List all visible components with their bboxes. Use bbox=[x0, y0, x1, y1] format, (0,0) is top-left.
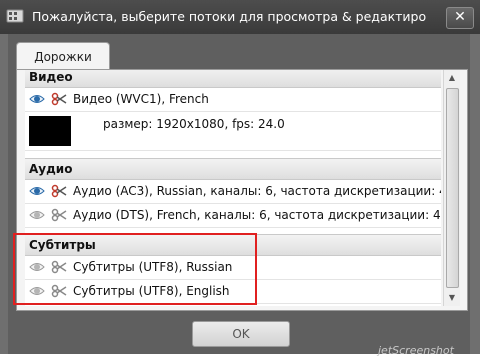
close-button[interactable]: ✕ bbox=[446, 7, 474, 29]
ok-button[interactable]: OK bbox=[192, 321, 290, 347]
app-icon bbox=[6, 9, 24, 23]
tab-tracks[interactable]: Дорожки bbox=[16, 42, 110, 71]
window-title: Пожалуйста, выберите потоки для просмотр… bbox=[32, 9, 427, 24]
track-row-audio-2[interactable]: Аудио (DTS), French, каналы: 6, частота … bbox=[25, 204, 441, 228]
track-label: Аудио (DTS), French, каналы: 6, частота … bbox=[73, 208, 441, 222]
track-label: Видео (WVC1), French bbox=[73, 92, 209, 106]
subtitles-highlight-box bbox=[13, 233, 257, 305]
scissors-icon[interactable] bbox=[51, 92, 67, 106]
scrollbar-thumb[interactable] bbox=[446, 88, 459, 288]
scissors-icon[interactable] bbox=[51, 184, 67, 198]
track-row-audio-1[interactable]: Аудио (AC3), Russian, каналы: 6, частота… bbox=[25, 180, 441, 204]
section-header-video: Видео bbox=[25, 70, 441, 88]
title-bar[interactable]: Пожалуйста, выберите потоки для просмотр… bbox=[0, 0, 480, 34]
eye-icon[interactable] bbox=[29, 208, 45, 222]
dialog-window: Пожалуйста, выберите потоки для просмотр… bbox=[0, 0, 480, 363]
track-label: Аудио (AC3), Russian, каналы: 6, частота… bbox=[73, 184, 441, 198]
scissors-icon[interactable] bbox=[51, 208, 67, 222]
video-info-row: размер: 1920x1080, fps: 24.0 bbox=[25, 112, 441, 151]
eye-icon[interactable] bbox=[29, 92, 45, 106]
video-thumbnail bbox=[29, 116, 71, 146]
scroll-up-arrow-icon[interactable]: ▲ bbox=[444, 70, 460, 86]
track-row-video[interactable]: Видео (WVC1), French bbox=[25, 88, 441, 112]
video-info: размер: 1920x1080, fps: 24.0 bbox=[103, 117, 285, 131]
eye-icon[interactable] bbox=[29, 184, 45, 198]
watermark: jetScreenshot bbox=[378, 344, 454, 357]
scroll-down-arrow-icon[interactable]: ▼ bbox=[444, 290, 460, 306]
section-header-audio: Аудио bbox=[25, 158, 441, 180]
vertical-scrollbar[interactable]: ▲ ▼ bbox=[443, 70, 460, 306]
